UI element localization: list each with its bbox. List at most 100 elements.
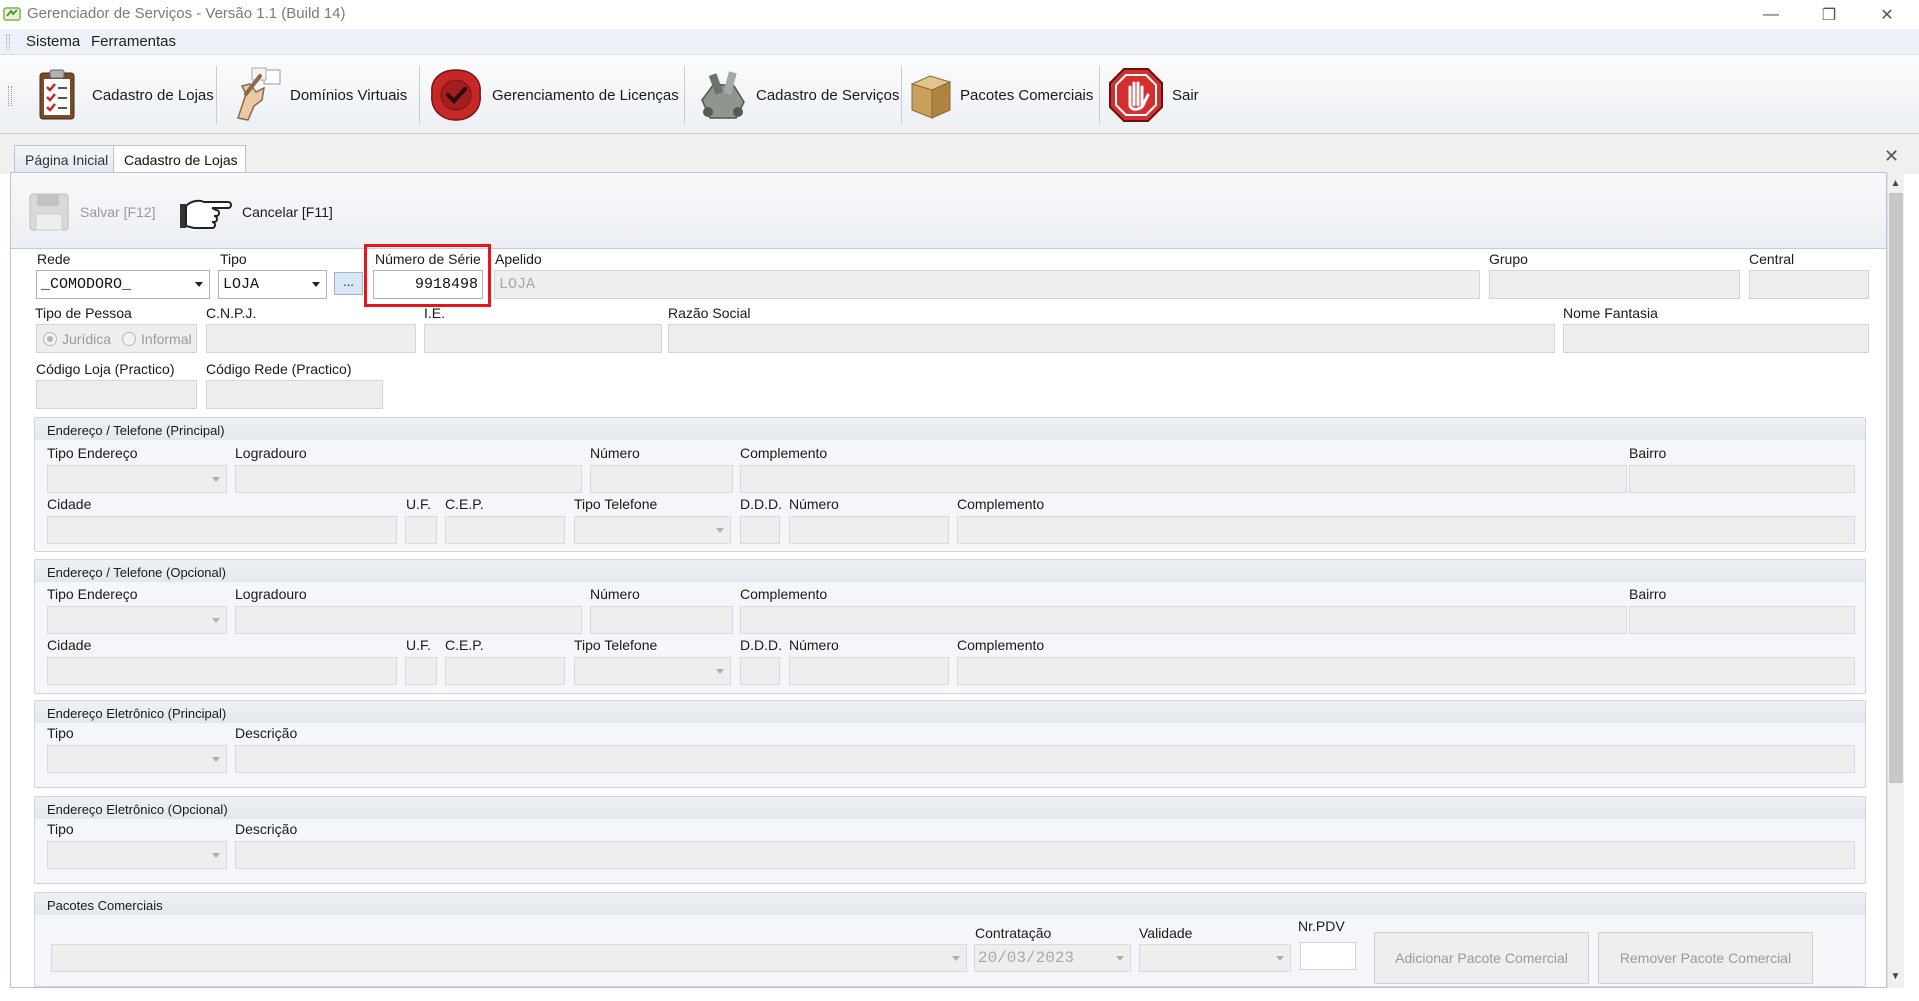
app-logo-icon [3,7,21,21]
tab-label: Cadastro de Lojas [124,152,238,168]
tipo-telefone-select[interactable] [574,516,731,544]
tipo-eletronico-select[interactable] [47,841,227,869]
uf-input[interactable] [405,516,437,544]
pacotes-comerciais-button[interactable]: Pacotes Comerciais [908,64,1093,126]
apelido-input[interactable]: LOJA [494,270,1480,299]
chevron-down-icon [212,477,220,482]
cidade-input[interactable] [47,657,397,685]
tipo-pessoa-label: Tipo de Pessoa [35,305,132,321]
descricao-input[interactable] [235,841,1855,869]
dominios-virtuais-label: Domínios Virtuais [290,86,408,104]
cadastro-de-lojas-button[interactable]: Cadastro de Lojas [30,64,214,126]
tab-pagina-inicial[interactable]: Página Inicial [14,145,114,174]
close-tab-icon[interactable]: ✕ [1884,146,1899,167]
numero-input[interactable] [590,606,733,634]
dominios-virtuais-button[interactable]: Domínios Virtuais [224,64,407,126]
codigo-loja-label: Código Loja (Practico) [36,361,175,377]
gerenciamento-de-licencas-button[interactable]: Gerenciamento de Licenças [426,64,679,126]
nr-pdv-input[interactable] [1300,942,1356,970]
tipo-select[interactable]: LOJA [218,270,327,299]
pacote-select[interactable] [51,944,967,972]
scrollbar-thumb[interactable] [1889,193,1903,783]
complemento-tel-input[interactable] [957,516,1855,544]
eletronico-principal-title: Endereço Eletrônico (Principal) [47,706,227,721]
group-header [35,418,1865,440]
codigo-loja-input[interactable] [36,380,197,409]
save-button[interactable]: Salvar [F12] [28,192,155,232]
gerenciamento-de-licencas-label: Gerenciamento de Licenças [492,86,679,104]
razao-social-input[interactable] [668,324,1555,353]
pacotes-comerciais-title: Pacotes Comerciais [47,898,163,913]
scroll-down-icon[interactable]: ▼ [1887,968,1904,985]
complemento-tel-label: Complemento [957,637,1045,653]
chevron-down-icon [212,853,220,858]
complemento-input[interactable] [740,606,1627,634]
title-bar: Gerenciador de Serviços - Versão 1.1 (Bu… [0,0,1919,29]
codigo-rede-input[interactable] [206,380,383,409]
main-toolbar: Cadastro de Lojas Domínios Virtuais Gere… [0,56,1919,134]
menu-grip [6,34,10,50]
numero-input[interactable] [590,465,733,493]
cep-input[interactable] [445,516,565,544]
cancel-button[interactable]: Cancelar [F11] [178,190,333,234]
uf-input[interactable] [405,657,437,685]
bairro-label: Bairro [1629,445,1667,461]
contratacao-date-picker[interactable]: 20/03/2023 [974,944,1131,972]
nome-fantasia-input[interactable] [1563,324,1869,353]
cadastro-de-servicos-label: Cadastro de Serviços [756,86,900,104]
tipo-endereco-select[interactable] [47,465,227,493]
rede-select[interactable]: _COMODORO_ [36,270,210,299]
tipo-eletronico-select[interactable] [47,745,227,773]
nr-pdv-label: Nr.PDV [1298,918,1345,934]
numero-tel-input[interactable] [789,516,949,544]
ddd-input[interactable] [740,516,780,544]
cidade-input[interactable] [47,516,397,544]
nome-fantasia-label: Nome Fantasia [1563,305,1658,321]
ddd-input[interactable] [740,657,780,685]
central-input[interactable] [1749,270,1869,299]
logradouro-input[interactable] [235,606,582,634]
toolbox-icon [701,71,745,119]
informal-radio[interactable] [122,331,137,346]
cnpj-input[interactable] [206,324,416,353]
complemento-input[interactable] [740,465,1627,493]
logradouro-input[interactable] [235,465,582,493]
descricao-input[interactable] [235,745,1855,773]
tipo-telefone-select[interactable] [574,657,731,685]
menu-ferramentas[interactable]: Ferramentas [91,33,176,50]
uf-label: U.F. [406,496,431,512]
grupo-input[interactable] [1489,270,1740,299]
numero-tel-input[interactable] [789,657,949,685]
adicionar-pacote-button[interactable]: Adicionar Pacote Comercial [1374,932,1589,984]
juridica-radio[interactable] [43,331,57,346]
validade-select[interactable] [1139,944,1291,972]
restore-button[interactable]: ❐ [1800,0,1858,29]
close-window-button[interactable]: ✕ [1858,0,1916,29]
complemento-tel-input[interactable] [957,657,1855,685]
toolbar-separator [684,66,685,124]
scroll-up-icon[interactable]: ▲ [1887,175,1904,192]
chevron-down-icon [716,669,724,674]
restore-icon: ❐ [1821,6,1837,24]
tipo-endereco-select[interactable] [47,606,227,634]
tab-cadastro-de-lojas[interactable]: Cadastro de Lojas [113,145,246,175]
group-header [35,797,1865,819]
bairro-input[interactable] [1629,465,1855,493]
minimize-button[interactable]: — [1742,0,1800,29]
bairro-input[interactable] [1629,606,1855,634]
descricao-label: Descrição [235,725,298,741]
sair-button[interactable]: Sair [1106,64,1199,126]
clipboard-checklist-icon [39,69,75,120]
tipo-telefone-label: Tipo Telefone [574,637,658,653]
toolbar-separator [1099,66,1100,124]
apelido-label: Apelido [495,251,542,267]
chevron-down-icon [212,618,220,623]
numero-serie-input[interactable]: 9918498 [373,270,483,299]
cep-input[interactable] [445,657,565,685]
cadastro-de-servicos-button[interactable]: Cadastro de Serviços [694,64,899,126]
menu-sistema[interactable]: Sistema [26,33,80,50]
remover-pacote-button[interactable]: Remover Pacote Comercial [1598,932,1813,984]
lookup-ellipsis-button[interactable]: ... [334,272,363,295]
ie-input[interactable] [424,324,662,353]
group-header [35,893,1865,915]
